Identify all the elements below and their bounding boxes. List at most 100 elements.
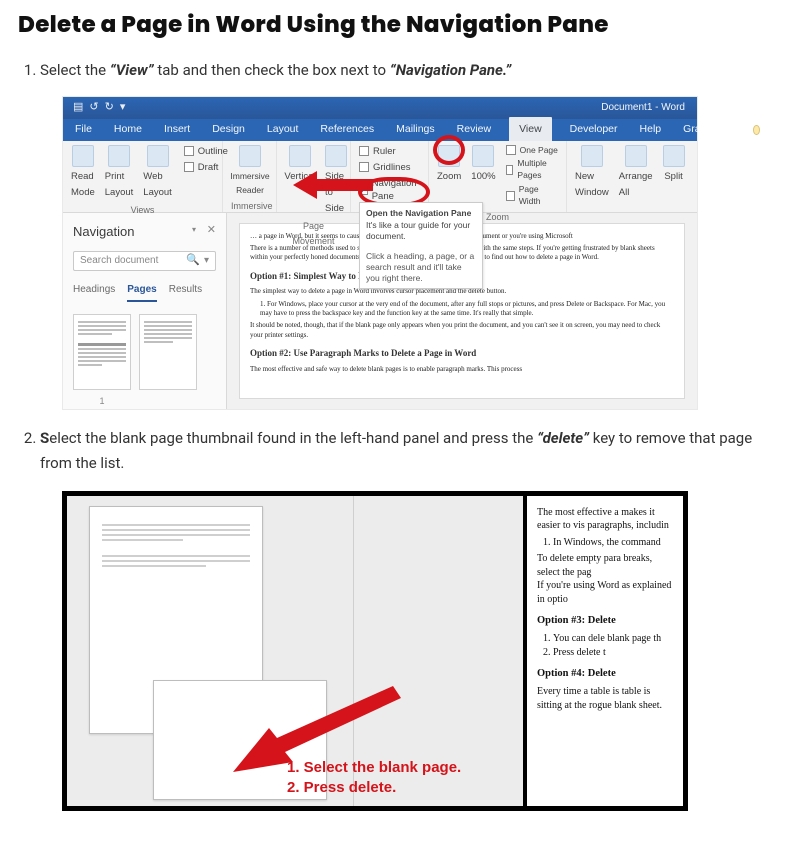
- doc-text: It should be noted, though, that if the …: [250, 321, 674, 340]
- qat-dropdown-icon[interactable]: ▾: [120, 98, 126, 117]
- quick-access-toolbar: ▤ ↺ ↻ ▾: [63, 98, 125, 117]
- page-number: 1: [99, 394, 104, 409]
- web-layout-button[interactable]: Web Layout: [143, 145, 172, 201]
- doc-text: Every time a table is table is sitting a…: [537, 685, 677, 712]
- checkbox-icon: [506, 145, 516, 155]
- multiple-pages-button[interactable]: Multiple Pages: [506, 158, 558, 182]
- outline-button[interactable]: Outline: [184, 145, 228, 158]
- arrange-icon: [625, 145, 647, 167]
- nav-tab-headings[interactable]: Headings: [73, 281, 115, 302]
- doc-text: You can dele blank page th: [553, 632, 677, 646]
- group-views: Read Mode Print Layout Web Layout Outlin…: [63, 141, 223, 212]
- label: Web Layout: [143, 169, 172, 201]
- tab-view[interactable]: View: [509, 117, 552, 143]
- text: tab and then check the box next to: [154, 61, 390, 79]
- immersive-reader-button[interactable]: Immersive Reader: [231, 145, 269, 198]
- nav-pane-ref: “Navigation Pane.”: [390, 61, 512, 79]
- tooltip-nav-pane: Open the Navigation Pane It's like a tou…: [359, 202, 483, 290]
- page-width-button[interactable]: Page Width: [506, 184, 558, 208]
- tell-me[interactable]: Tell me: [753, 112, 791, 148]
- doc-text: Press delete t: [553, 646, 677, 660]
- label: Split: [664, 169, 682, 185]
- tab-layout[interactable]: Layout: [263, 118, 303, 142]
- search-input[interactable]: Search document 🔍 ▾: [73, 251, 216, 271]
- save-icon[interactable]: ▤: [73, 98, 83, 117]
- tab-insert[interactable]: Insert: [160, 118, 194, 142]
- tooltip-body: It's like a tour guide for your document…: [366, 220, 476, 241]
- group-window: New Window Arrange All Split: [567, 141, 685, 212]
- arrange-all-button[interactable]: Arrange All: [619, 145, 653, 201]
- annotation-captions: 1. Select the blank page. 2. Press delet…: [287, 758, 461, 799]
- tab-grammarly[interactable]: Grammarly: [679, 118, 739, 142]
- chevron-down-icon[interactable]: ▾: [204, 252, 209, 269]
- search-icon: 🔍: [186, 251, 200, 270]
- tell-me-label: Tell me: [764, 112, 783, 148]
- checkbox-icon: [184, 146, 194, 156]
- print-layout-icon: [108, 145, 130, 167]
- one-page-button[interactable]: One Page: [506, 145, 558, 157]
- search-placeholder: Search document: [80, 252, 158, 269]
- label: Multiple Pages: [517, 158, 558, 182]
- print-layout-button[interactable]: Print Layout: [105, 145, 134, 201]
- nav-pane-tabs: Headings Pages Results: [73, 281, 216, 302]
- tooltip-title: Open the Navigation Pane: [366, 208, 476, 219]
- close-icon[interactable]: ✕: [207, 221, 216, 240]
- nav-caret-icon[interactable]: ▾: [192, 223, 196, 237]
- tab-references[interactable]: References: [316, 118, 378, 142]
- label: Gridlines: [373, 161, 411, 174]
- side-icon: [325, 145, 347, 167]
- caption-line: 1. Select the blank page.: [287, 758, 461, 778]
- doc-heading: Option #2: Use Paragraph Marks to Delete…: [250, 346, 674, 361]
- checkbox-icon: [506, 191, 515, 201]
- group-label: Immersive: [231, 197, 268, 214]
- caption-line: 2. Press delete.: [287, 778, 461, 798]
- step-list: Select the “View” tab and then check the…: [18, 58, 781, 811]
- pct-icon: [472, 145, 494, 167]
- label: New Window: [575, 169, 609, 201]
- window-icon: [581, 145, 603, 167]
- nav-tab-pages[interactable]: Pages: [127, 281, 156, 302]
- new-window-button[interactable]: New Window: [575, 145, 609, 201]
- zoom-100-button[interactable]: 100%: [471, 145, 495, 208]
- doc-text: In Windows, the command: [553, 536, 677, 550]
- navigation-pane: Navigation ▾ ✕ Search document 🔍 ▾ Headi…: [63, 213, 227, 409]
- tab-file[interactable]: File: [71, 118, 96, 142]
- checkbox-icon: [506, 165, 514, 175]
- document-preview-right: The most effective a makes it easier to …: [523, 496, 683, 806]
- tab-home[interactable]: Home: [110, 118, 146, 142]
- doc-heading: Option #4: Delete: [537, 667, 677, 681]
- nav-tab-results[interactable]: Results: [169, 281, 202, 302]
- undo-icon[interactable]: ↺: [89, 98, 98, 117]
- tab-mailings[interactable]: Mailings: [392, 118, 439, 142]
- group-immersive: Immersive Reader Immersive: [223, 141, 277, 212]
- read-mode-icon: [72, 145, 94, 167]
- section-heading: Delete a Page in Word Using the Navigati…: [18, 8, 781, 42]
- ruler-checkbox[interactable]: Ruler: [359, 145, 420, 158]
- tab-design[interactable]: Design: [208, 118, 249, 142]
- step-2: Select the blank page thumbnail found in…: [40, 426, 781, 811]
- split-button[interactable]: Split: [663, 145, 685, 201]
- bulb-icon: [753, 125, 760, 135]
- reader-icon: [239, 145, 261, 167]
- annotation-arrow: [293, 169, 373, 201]
- figure-1-word-ribbon: ▤ ↺ ↻ ▾ Document1 - Word File Home Inser…: [62, 96, 698, 410]
- text: elect the blank page thumbnail found in …: [49, 429, 537, 447]
- tab-help[interactable]: Help: [636, 118, 666, 142]
- delete-key-ref: “delete”: [537, 429, 589, 447]
- redo-icon[interactable]: ↻: [105, 98, 114, 117]
- document-title: Document1 - Word: [601, 99, 685, 116]
- tab-developer[interactable]: Developer: [566, 118, 622, 142]
- page-number-label: 2: [62, 694, 65, 713]
- label: Ruler: [373, 145, 396, 158]
- web-layout-icon: [147, 145, 169, 167]
- label: Page Width: [519, 184, 558, 208]
- label: Read Mode: [71, 169, 95, 201]
- read-mode-button[interactable]: Read Mode: [71, 145, 95, 201]
- draft-button[interactable]: Draft: [184, 161, 228, 174]
- ribbon-tabs: File Home Insert Design Layout Reference…: [63, 119, 697, 141]
- doc-text: If you're using Word as explained in opt…: [537, 579, 677, 606]
- split-icon: [663, 145, 685, 167]
- page-thumbnail-2[interactable]: [139, 314, 197, 390]
- page-thumbnail-1[interactable]: [73, 314, 131, 390]
- checkbox-icon: [184, 162, 194, 172]
